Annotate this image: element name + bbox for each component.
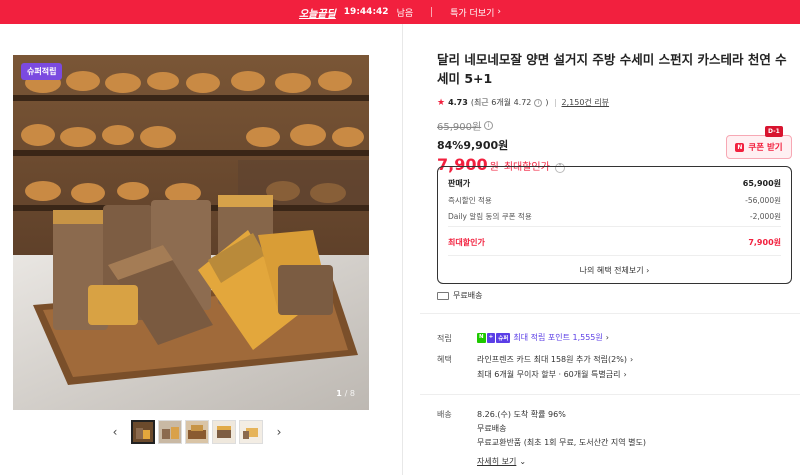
rating-recent-close: ) [545, 98, 549, 107]
instant-discount-value: -56,000원 [745, 196, 781, 205]
product-title: 달리 네모네모잘 양면 설거지 주방 수세미 스펀지 카스테라 천연 수세미 5… [437, 52, 787, 86]
coupon-discount-row: Daily 알림 동의 쿠폰 적용 -2,000원 [448, 211, 781, 222]
image-counter-current: 1 [336, 389, 342, 398]
more-deals-link[interactable]: 특가 더보기 › [450, 6, 501, 19]
divider [448, 226, 781, 227]
coupon-discount-label: Daily 알림 동의 쿠폰 적용 [448, 212, 532, 221]
points-label: 적립 [437, 334, 452, 343]
coupon-label: 쿠폰 받기 [748, 143, 783, 153]
deal-banner: 오늘끝딜 19:44:42 남음 특가 더보기 › [0, 0, 800, 24]
max-discount-value: 7,900원 [748, 238, 781, 247]
npay-icon: N + 슈퍼 [477, 332, 511, 343]
arrival-estimate: 8.26.(수) 도착 확률 96% [477, 410, 566, 419]
chevron-right-icon: › [605, 333, 609, 342]
super-points-badge: 슈퍼적립 [21, 63, 63, 80]
thumbnail-2[interactable] [158, 420, 182, 444]
sale-price-label: 판매가 [448, 179, 471, 188]
rating-divider [554, 98, 556, 107]
column-divider [402, 24, 403, 475]
free-shipping-label: 무료배송 [453, 291, 483, 300]
benefits-label: 혜택 [437, 355, 452, 364]
instant-discount-row: 즉시할인 적용 -56,000원 [448, 195, 781, 206]
card-benefit-text: 라인프렌즈 카드 최대 158원 추가 적립(2%) [477, 355, 627, 364]
chevron-right-icon: › [646, 266, 650, 275]
star-icon: ★ [437, 97, 446, 108]
countdown-timer: 19:44:42 [343, 7, 389, 17]
chevron-right-icon: › [629, 355, 634, 364]
max-discount-row: 최대할인가 7,900원 [448, 237, 781, 248]
all-benefits-link[interactable]: 나의 혜택 전체보기 › [438, 265, 791, 276]
more-deals-label: 특가 더보기 [450, 8, 495, 19]
timer-suffix: 남음 [396, 8, 414, 19]
thumbnail-1[interactable] [131, 420, 155, 444]
chevron-right-icon: › [623, 370, 627, 379]
thumbnail-strip: ‹ › [108, 420, 286, 444]
all-benefits-label: 나의 혜택 전체보기 [579, 266, 644, 275]
chevron-right-icon[interactable]: › [272, 425, 286, 439]
section-divider [420, 394, 800, 395]
original-price: 65,900원 [437, 122, 482, 133]
original-price-row: 65,900원 i [437, 118, 792, 133]
rating-recent: (최근 6개월 4.72 [470, 98, 532, 107]
info-icon[interactable]: i [534, 98, 543, 107]
image-counter-total: / 8 [344, 389, 355, 398]
image-counter: 1 / 8 [336, 389, 355, 398]
truck-icon [437, 291, 449, 300]
delivery-detail-label: 자세히 보기 [477, 457, 517, 466]
rating-score: 4.73 [448, 98, 468, 107]
chevron-left-icon[interactable]: ‹ [108, 425, 122, 439]
thumbnail-4[interactable] [212, 420, 236, 444]
dday-badge: D-1 [765, 126, 783, 137]
free-shipping-tag: 무료배송 [437, 290, 482, 301]
sponge-photo [13, 55, 369, 410]
section-divider [420, 313, 800, 314]
instant-discount-label: 즉시할인 적용 [448, 196, 492, 205]
thumbnail-5[interactable] [239, 420, 263, 444]
naver-logo-icon: N [735, 142, 745, 152]
sale-price-value: 65,900원 [742, 179, 781, 188]
review-count-link[interactable]: 2,150건 리뷰 [562, 97, 610, 108]
sale-price-row: 판매가 65,900원 [448, 178, 781, 189]
delivery-label: 배송 [437, 410, 452, 419]
price-breakdown: 판매가 65,900원 즉시할인 적용 -56,000원 Daily 알림 동의… [437, 166, 792, 284]
card-benefit-link[interactable]: 라인프렌즈 카드 최대 158원 추가 적립(2%) › [477, 354, 633, 365]
delivery-detail-link[interactable]: 자세히 보기 ⌄ [477, 456, 526, 467]
chevron-right-icon: › [497, 7, 502, 17]
banner-divider [431, 7, 433, 17]
max-discount-label: 최대할인가 [448, 238, 485, 247]
return-policy: 무료교환반품 (최초 1회 무료, 도서산간 지역 별도) [477, 438, 646, 447]
rating-row: ★ 4.73 (최근 6개월 4.72 i ) 2,150건 리뷰 [437, 97, 792, 108]
banner-brand: 오늘끝딜 [298, 8, 336, 20]
delivery-fee: 무료배송 [477, 424, 507, 433]
divider [448, 255, 781, 256]
chevron-down-icon: ⌄ [519, 457, 527, 466]
installment-link[interactable]: 최대 6개월 무이자 할부 · 60개월 특별금리 › [477, 369, 627, 380]
installment-text: 최대 6개월 무이자 할부 · 60개월 특별금리 [477, 370, 621, 379]
points-text: 최대 적립 포인트 1,555원 [513, 333, 603, 342]
points-link[interactable]: N + 슈퍼 최대 적립 포인트 1,555원 › [477, 332, 609, 343]
product-main-image[interactable]: 슈퍼적립 1 / 8 [13, 55, 369, 410]
get-coupon-button[interactable]: N 쿠폰 받기 [726, 135, 792, 159]
thumbnail-3[interactable] [185, 420, 209, 444]
coupon-discount-value: -2,000원 [749, 212, 781, 221]
info-icon[interactable]: i [484, 121, 494, 130]
